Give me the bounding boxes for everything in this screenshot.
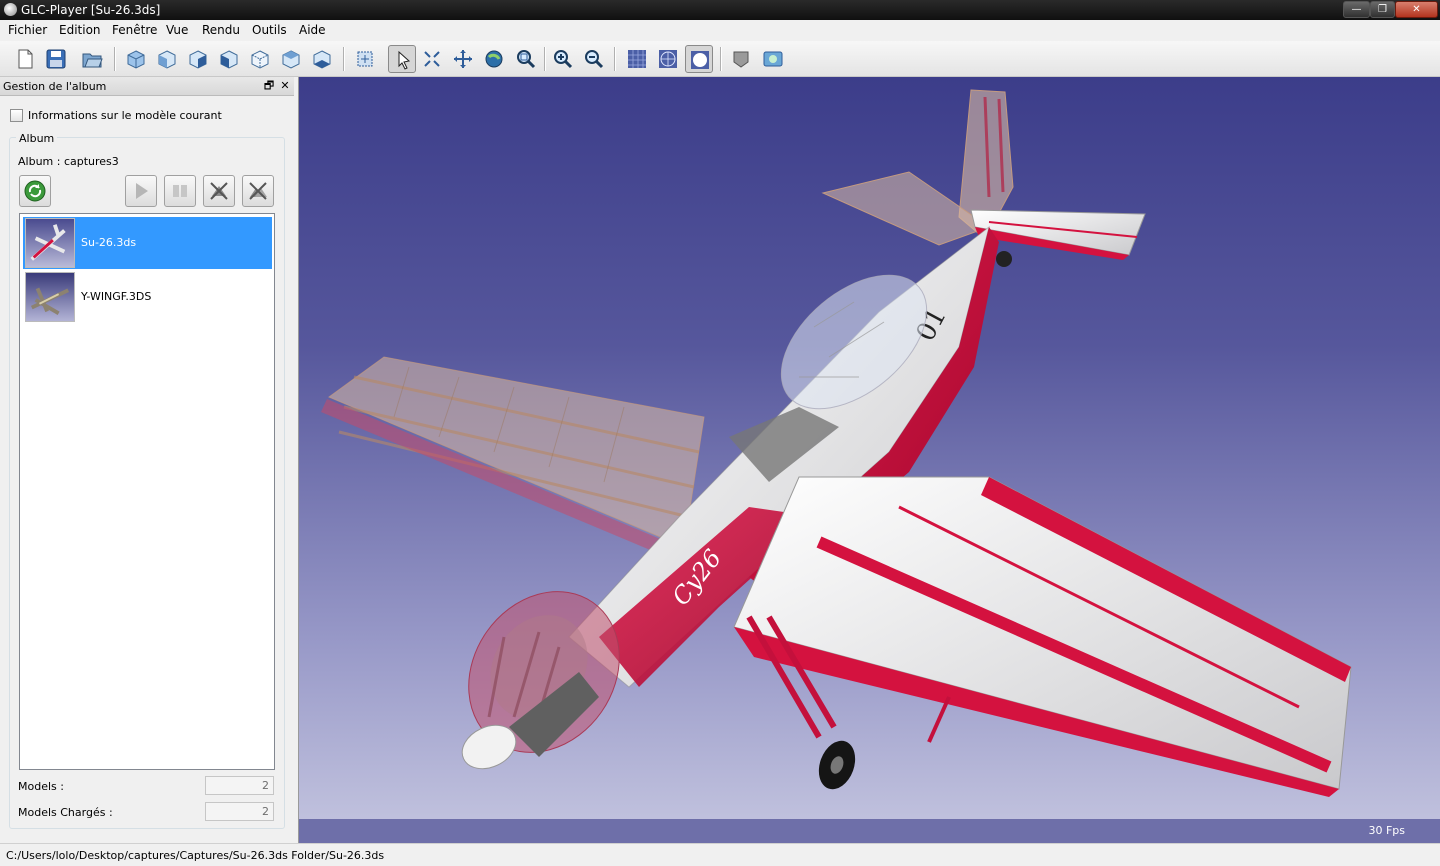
zoom-out-icon[interactable] xyxy=(580,45,608,73)
toolbar-separator xyxy=(614,47,616,71)
menu-fichier[interactable]: Fichier xyxy=(8,23,47,37)
minimize-button[interactable]: — xyxy=(1343,1,1370,18)
material-icon[interactable] xyxy=(727,45,755,73)
view-top-icon[interactable] xyxy=(277,45,305,73)
toolbar-separator xyxy=(720,47,722,71)
menu-aide[interactable]: Aide xyxy=(299,23,326,37)
orbit-icon[interactable] xyxy=(480,45,508,73)
shaded-icon[interactable] xyxy=(685,45,713,73)
album-dock: Gestion de l'album 🗗 ✕ Informations sur … xyxy=(0,77,298,843)
zoom-in-icon[interactable] xyxy=(549,45,577,73)
title-bar: GLC-Player [Su-26.3ds] — ❐ ✕ xyxy=(0,0,1440,20)
models-count-field: 2 xyxy=(205,776,274,795)
right-wing xyxy=(733,476,1352,797)
toolbar-separator xyxy=(544,47,546,71)
menu-rendu[interactable]: Rendu xyxy=(202,23,240,37)
maximize-button[interactable]: ❐ xyxy=(1370,1,1395,18)
list-item-label: Y-WINGF.3DS xyxy=(81,290,152,303)
remove-all-icon xyxy=(249,182,267,200)
main-toolbar xyxy=(0,41,1440,77)
remove-all-button[interactable] xyxy=(242,175,274,207)
menu-fenetre[interactable]: Fenêtre xyxy=(112,23,157,37)
refresh-icon xyxy=(24,180,46,202)
close-dock-button[interactable]: ✕ xyxy=(278,79,292,93)
menu-edition[interactable]: Edition xyxy=(59,23,101,37)
close-window-button[interactable]: ✕ xyxy=(1395,1,1438,18)
left-wing xyxy=(321,356,705,562)
menu-outils[interactable]: Outils xyxy=(252,23,287,37)
pan-icon[interactable] xyxy=(449,45,477,73)
window-title: GLC-Player [Su-26.3ds] xyxy=(21,3,161,17)
dock-header: Gestion de l'album 🗗 ✕ xyxy=(0,77,294,96)
menu-bar: Fichier Edition Fenêtre Vue Rendu Outils… xyxy=(0,20,1440,41)
wireframe-icon[interactable] xyxy=(623,45,651,73)
fps-bar: 30 Fps xyxy=(299,819,1440,843)
view-left-icon[interactable] xyxy=(215,45,243,73)
snapshot-icon[interactable] xyxy=(759,45,787,73)
view-bottom-icon[interactable] xyxy=(308,45,336,73)
dock-title: Gestion de l'album xyxy=(3,80,107,93)
info-checkbox-label: Informations sur le modèle courant xyxy=(28,109,222,122)
play-button[interactable] xyxy=(125,175,157,207)
view-iso-icon[interactable] xyxy=(122,45,150,73)
new-file-icon[interactable] xyxy=(11,45,39,73)
status-bar: C:/Users/lolo/Desktop/captures/Captures/… xyxy=(0,843,1440,866)
loaded-models-label: Models Chargés : xyxy=(18,806,113,819)
remove-icon xyxy=(210,182,228,200)
toolbar-separator xyxy=(343,47,345,71)
view-back-icon[interactable] xyxy=(246,45,274,73)
select-icon[interactable] xyxy=(388,45,416,73)
remove-button[interactable] xyxy=(203,175,235,207)
refresh-button[interactable] xyxy=(19,175,51,207)
aircraft-model: 01 Cy26 xyxy=(321,89,1352,797)
list-item[interactable]: Y-WINGF.3DS xyxy=(23,271,272,323)
open-folder-icon[interactable] xyxy=(78,45,106,73)
reframe-icon[interactable] xyxy=(351,45,379,73)
info-checkbox[interactable] xyxy=(10,109,23,122)
ywing-thumbnail xyxy=(25,272,75,322)
list-item-label: Su-26.3ds xyxy=(81,236,137,249)
toolbar-separator xyxy=(114,47,116,71)
fit-all-icon[interactable] xyxy=(418,45,446,73)
pause-button[interactable] xyxy=(164,175,196,207)
model-list[interactable]: Su-26.3ds Y-WINGF.3DS xyxy=(19,213,275,770)
view-right-icon[interactable] xyxy=(184,45,212,73)
album-name-label: Album : captures3 xyxy=(18,155,119,168)
fps-counter: 30 Fps xyxy=(1368,824,1405,837)
zoom-window-icon[interactable] xyxy=(512,45,540,73)
hidden-lines-icon[interactable] xyxy=(654,45,682,73)
menu-vue[interactable]: Vue xyxy=(166,23,188,37)
status-file-path: C:/Users/lolo/Desktop/captures/Captures/… xyxy=(6,849,385,862)
view-front-icon[interactable] xyxy=(153,45,181,73)
pause-icon xyxy=(173,185,187,197)
album-group-title: Album xyxy=(16,132,58,145)
save-icon[interactable] xyxy=(42,45,70,73)
su26-thumbnail xyxy=(25,218,75,268)
loaded-models-count-field: 2 xyxy=(205,802,274,821)
app-icon xyxy=(4,3,17,16)
list-item[interactable]: Su-26.3ds xyxy=(23,217,272,269)
3d-viewport[interactable]: 01 Cy26 30 Fps xyxy=(298,77,1440,843)
float-dock-button[interactable]: 🗗 xyxy=(262,79,276,93)
play-icon xyxy=(136,183,148,199)
models-label: Models : xyxy=(18,780,64,793)
